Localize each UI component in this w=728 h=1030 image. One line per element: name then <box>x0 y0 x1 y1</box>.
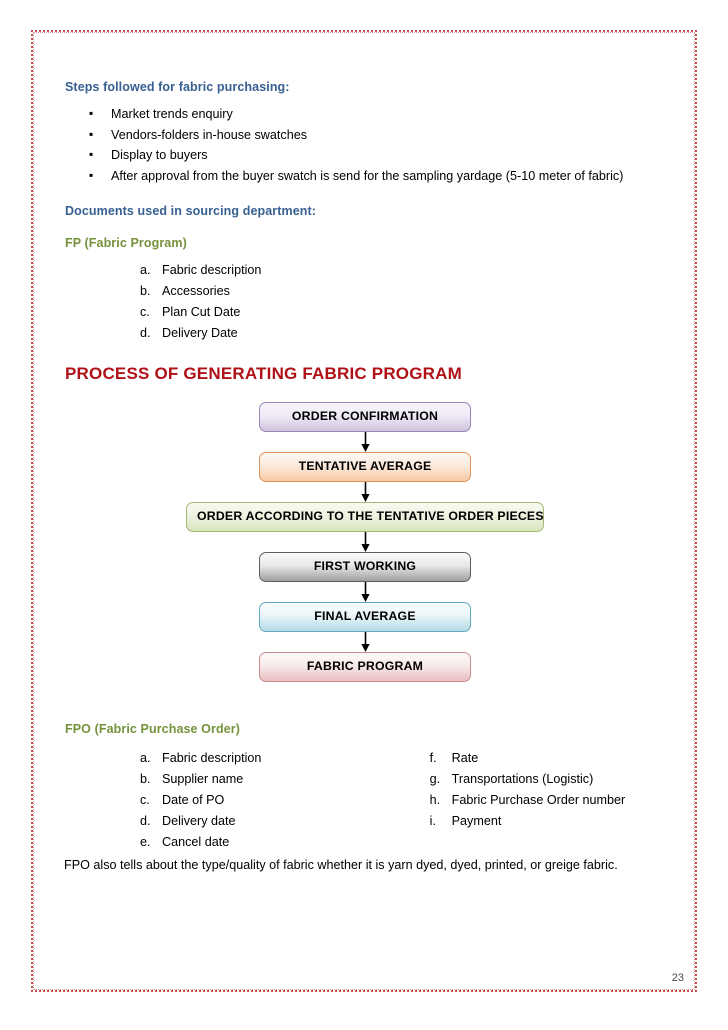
flow-row: TENTATIVE AVERAGE <box>65 452 665 482</box>
list-item: g. Transportations (Logistic) <box>430 769 665 790</box>
flow-step-final-average: FINAL AVERAGE <box>259 602 471 632</box>
fpo-trailing-paragraph: FPO also tells about the type/quality of… <box>64 858 618 872</box>
list-marker: g. <box>429 772 441 786</box>
list-marker: d. <box>140 326 151 340</box>
list-item: h. Fabric Purchase Order number <box>430 790 665 811</box>
flow-row: FABRIC PROGRAM <box>65 652 665 682</box>
flow-row: ORDER CONFIRMATION <box>65 402 665 432</box>
page-number: 23 <box>671 972 684 984</box>
list-marker: b. <box>140 772 151 786</box>
list-item: a. Fabric description <box>140 260 665 281</box>
list-marker: c. <box>140 305 150 319</box>
list-item: d. Delivery Date <box>140 323 665 344</box>
flow-step-tentative-average: TENTATIVE AVERAGE <box>259 452 471 482</box>
fpo-heading: FPO (Fabric Purchase Order) <box>65 722 240 736</box>
document-content: Steps followed for fabric purchasing: Ma… <box>64 80 665 876</box>
list-label: Delivery Date <box>162 326 238 340</box>
list-item: e. Cancel date <box>140 832 430 853</box>
fpo-column-right: f. Rate g. Transportations (Logistic) h.… <box>430 748 665 853</box>
list-item: f. Rate <box>430 748 665 769</box>
process-heading: PROCESS OF GENERATING FABRIC PROGRAM <box>65 364 462 383</box>
list-label: Date of PO <box>162 793 225 807</box>
fpo-lettered-list-right: f. Rate g. Transportations (Logistic) h.… <box>430 748 665 832</box>
list-label: Fabric Purchase Order number <box>451 793 626 807</box>
flow-arrow-down-icon <box>65 582 665 602</box>
fpo-column-left: a. Fabric description b. Supplier name c… <box>140 748 430 853</box>
steps-heading: Steps followed for fabric purchasing: <box>65 80 290 94</box>
flow-arrow-down-icon <box>65 532 665 552</box>
list-item: b. Supplier name <box>140 769 430 790</box>
flow-row: ORDER ACCORDING TO THE TENTATIVE ORDER P… <box>65 502 665 532</box>
fp-list-wrapper: a. Fabric description b. Accessories c. … <box>65 260 665 344</box>
list-item: Display to buyers <box>89 144 665 166</box>
list-item: Market trends enquiry <box>89 103 665 125</box>
list-marker: e. <box>140 835 151 849</box>
steps-bullet-list: Market trends enquiry Vendors-folders in… <box>65 103 665 187</box>
list-marker: d. <box>140 814 151 828</box>
fpo-two-column-list: a. Fabric description b. Supplier name c… <box>65 748 665 853</box>
list-marker: a. <box>140 263 151 277</box>
list-label: Fabric description <box>162 263 262 277</box>
list-marker: f. <box>429 751 437 765</box>
list-marker: c. <box>140 793 150 807</box>
list-item: b. Accessories <box>140 281 665 302</box>
fp-heading: FP (Fabric Program) <box>65 236 187 250</box>
list-label: Delivery date <box>162 814 236 828</box>
list-marker: h. <box>429 793 441 807</box>
list-item: Vendors-folders in-house swatches <box>89 124 665 146</box>
flow-step-order-according-tentative-pieces: ORDER ACCORDING TO THE TENTATIVE ORDER P… <box>186 502 544 532</box>
flow-arrow-down-icon <box>65 482 665 502</box>
list-label: Fabric description <box>162 751 262 765</box>
list-marker: b. <box>140 284 151 298</box>
list-item: d. Delivery date <box>140 811 430 832</box>
flow-arrow-down-icon <box>65 432 665 452</box>
documents-heading: Documents used in sourcing department: <box>65 204 317 218</box>
list-item: After approval from the buyer swatch is … <box>89 165 665 187</box>
list-label: Payment <box>451 814 502 828</box>
flow-row: FINAL AVERAGE <box>65 602 665 632</box>
list-label: Cancel date <box>162 835 230 849</box>
fabric-program-flowchart: ORDER CONFIRMATION TENTATIVE AVERAGE ORD… <box>65 402 665 682</box>
list-item: c. Plan Cut Date <box>140 302 665 323</box>
list-item: i. Payment <box>430 811 665 832</box>
list-item: c. Date of PO <box>140 790 430 811</box>
flow-row: FIRST WORKING <box>65 552 665 582</box>
list-label: Plan Cut Date <box>162 305 241 319</box>
fpo-lettered-list-left: a. Fabric description b. Supplier name c… <box>140 748 430 853</box>
fp-lettered-list: a. Fabric description b. Accessories c. … <box>140 260 665 344</box>
list-item: a. Fabric description <box>140 748 430 769</box>
flow-arrow-down-icon <box>65 632 665 652</box>
list-label: Transportations (Logistic) <box>451 772 594 786</box>
list-label: Rate <box>451 751 479 765</box>
list-marker: i. <box>429 814 436 828</box>
flow-step-order-confirmation: ORDER CONFIRMATION <box>259 402 471 432</box>
list-label: Supplier name <box>162 772 244 786</box>
list-label: Accessories <box>162 284 230 298</box>
list-marker: a. <box>140 751 151 765</box>
flow-step-fabric-program: FABRIC PROGRAM <box>259 652 471 682</box>
flow-step-first-working: FIRST WORKING <box>259 552 471 582</box>
